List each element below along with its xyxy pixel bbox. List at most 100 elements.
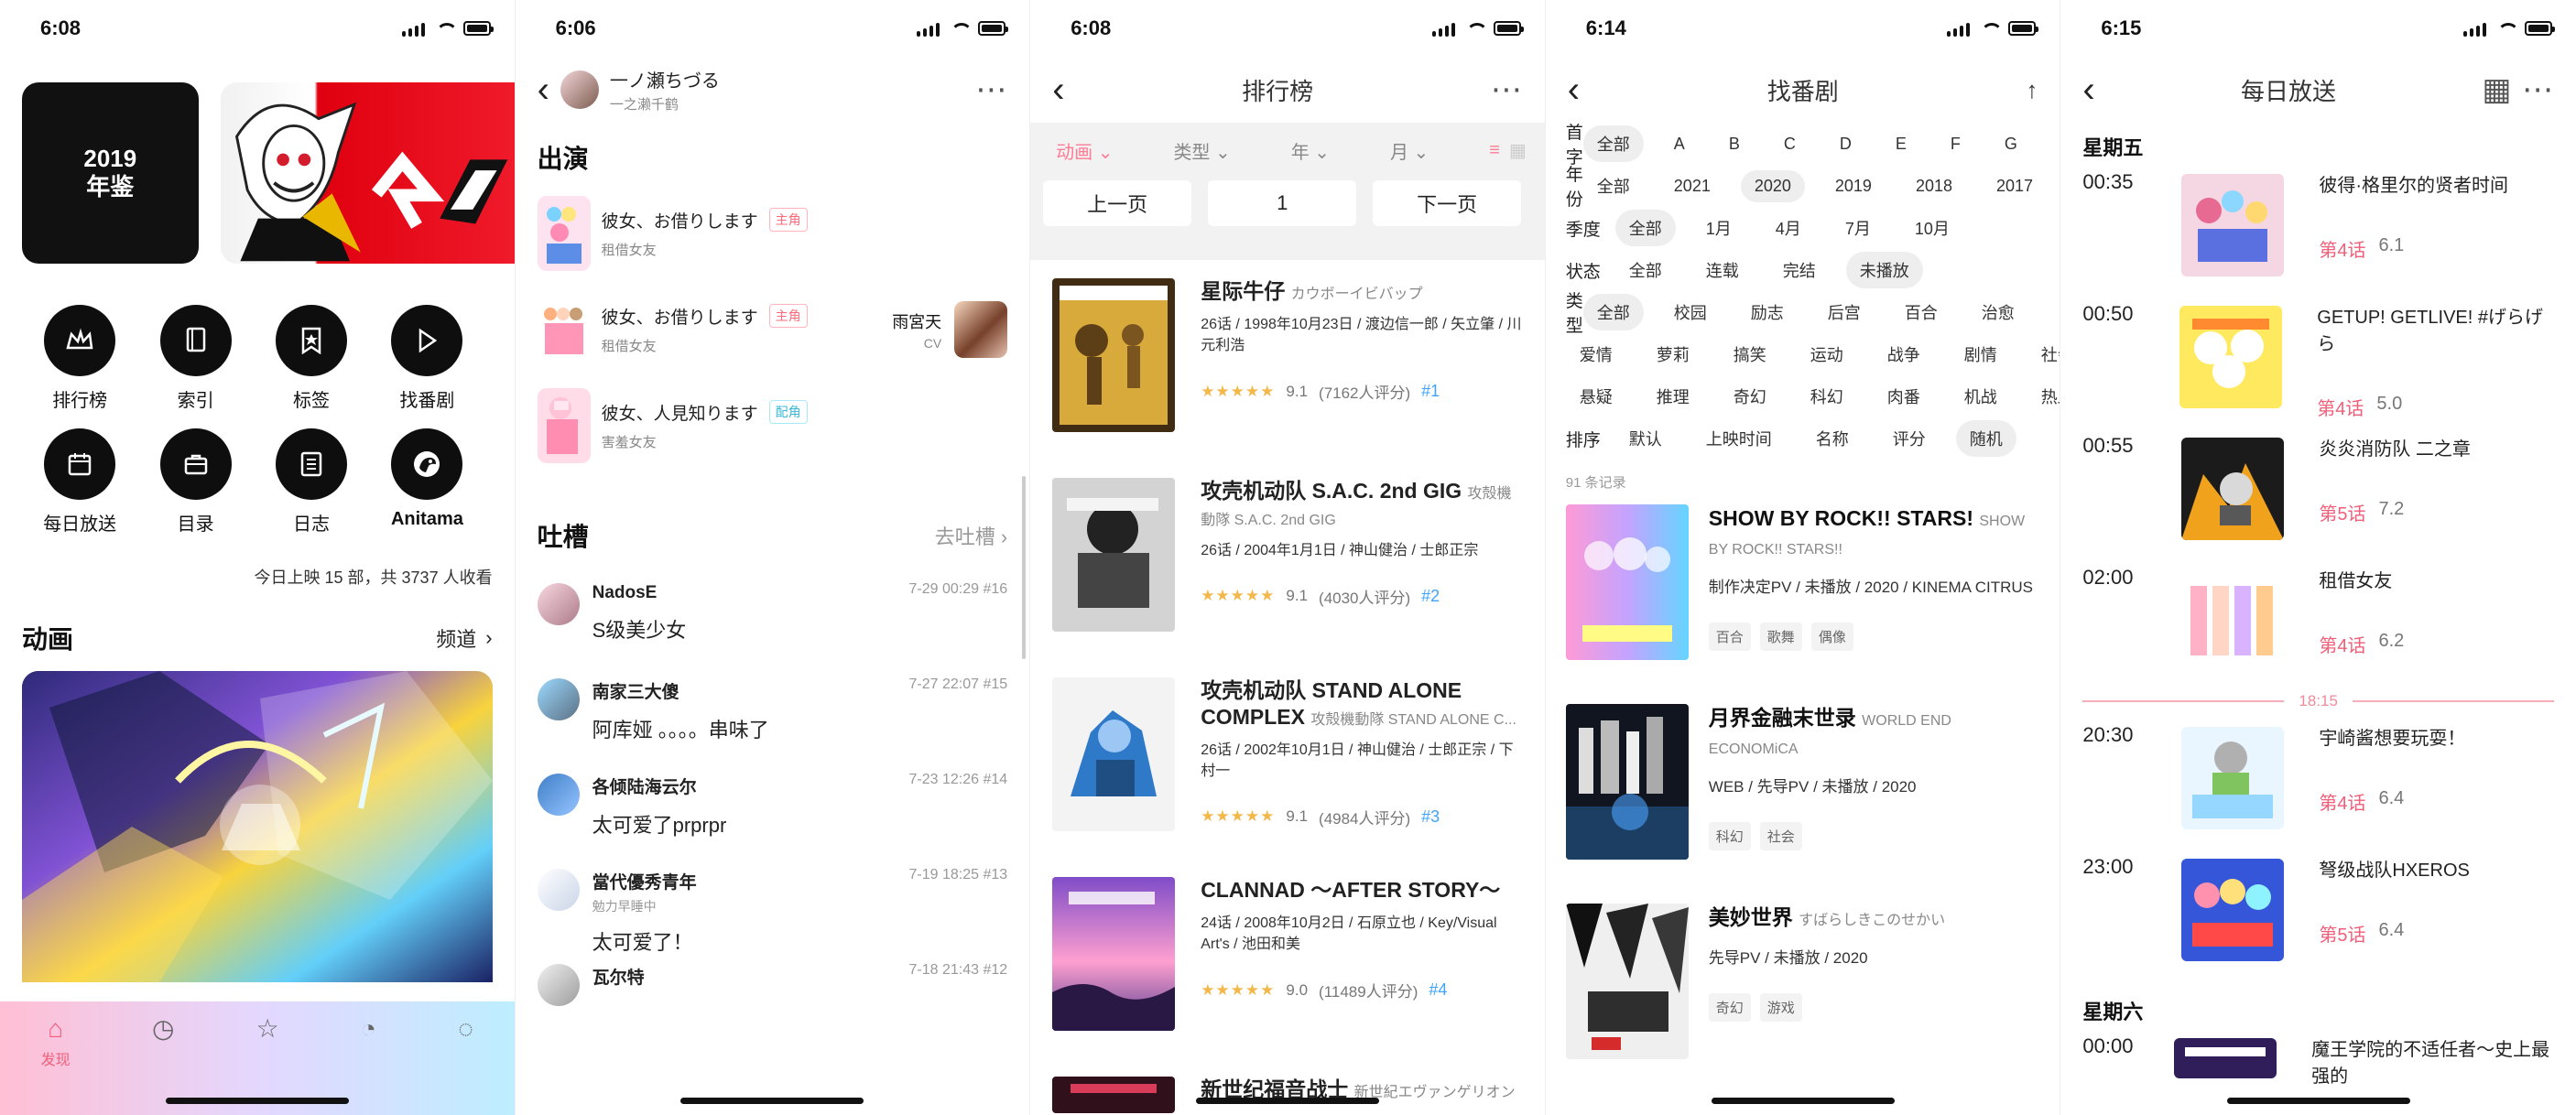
filter-chip[interactable]: 战争	[1874, 336, 1934, 373]
quick-link-anitama[interactable]: Anitama	[369, 428, 484, 536]
filter-chip[interactable]: 搞笑	[1720, 336, 1780, 373]
yearbook-card[interactable]: 2019 年鉴	[22, 82, 199, 264]
channel-link[interactable]: 频道 ›	[436, 623, 492, 653]
comments-link[interactable]: 去吐槽 ›	[935, 521, 1007, 550]
more-icon[interactable]: ⋯	[1491, 71, 1523, 108]
filter-anime[interactable]: 动画 ⌄	[1056, 137, 1113, 164]
back-icon[interactable]: ‹	[1052, 71, 1064, 108]
search-result-item[interactable]: 月界金融末世录 WORLD END ECONOMiCA WEB / 先导PV /…	[1565, 704, 2040, 904]
role-item[interactable]: 彼女、お借りします 主角 租借女友	[537, 185, 1030, 281]
filter-chip[interactable]: 冒险	[2045, 294, 2060, 330]
quick-link-logs[interactable]: 日志	[254, 428, 369, 536]
filter-chip[interactable]: 百合	[1891, 294, 1951, 330]
filter-chip[interactable]: 萝莉	[1643, 336, 1703, 373]
filter-year[interactable]: 年 ⌄	[1291, 137, 1330, 164]
quick-link-daily-schedule[interactable]: 每日放送	[22, 428, 137, 536]
page-number[interactable]: 1	[1208, 180, 1357, 226]
tab-messages[interactable]: ◔	[361, 1016, 376, 1042]
filter-chip[interactable]: A	[1660, 128, 1699, 160]
schedule-item[interactable]: 00:55 炎炎消防队 二之章 第5话 7.2	[2060, 425, 2576, 557]
previous-page-button[interactable]: 上一页	[1043, 180, 1192, 226]
comment-item[interactable]: 瓦尔特 7-18 21:43 #12	[516, 951, 1030, 1046]
filter-chip[interactable]: 运动	[1797, 336, 1857, 373]
tab-history[interactable]: ◷	[152, 1016, 174, 1042]
filter-chip[interactable]: H	[2048, 128, 2060, 160]
quick-link-catalog[interactable]: 目录	[137, 428, 253, 536]
schedule-item[interactable]: 23:00 弩级战队HXEROS 第5话 6.4	[2060, 846, 2576, 978]
scrollbar[interactable]	[1022, 476, 1027, 659]
filter-chip[interactable]: 肉番	[1874, 378, 1934, 415]
filter-chip[interactable]: 7月	[1831, 210, 1885, 246]
filter-chip[interactable]: 奇幻	[1720, 378, 1780, 415]
filter-chip[interactable]: 4月	[1762, 210, 1815, 246]
comment-item[interactable]: NadosE S级美少女 7-29 00:29 #16	[516, 570, 1030, 666]
filter-chip[interactable]: 连载	[1692, 252, 1753, 288]
featured-banner[interactable]	[220, 82, 515, 264]
filter-chip[interactable]: 10月	[1901, 210, 1963, 246]
filter-chip[interactable]: 2020	[1740, 169, 1805, 202]
filter-type[interactable]: 类型 ⌄	[1173, 137, 1230, 164]
filter-chip[interactable]: 推理	[1643, 378, 1703, 415]
genre-tag[interactable]: 歌舞	[1759, 622, 1802, 652]
filter-chip[interactable]: 随机	[1955, 420, 2016, 457]
ranking-item[interactable]: 新世纪福音战士 新世紀エヴァンゲリオン	[1052, 1077, 1523, 1115]
quick-link-ranking[interactable]: 排行榜	[22, 305, 137, 412]
filter-chip[interactable]: 全部	[1583, 168, 1644, 204]
quick-link-tags[interactable]: 标签	[254, 305, 369, 412]
ranking-item[interactable]: 攻壳机动队 S.A.C. 2nd GIG 攻殻機動隊 S.A.C. 2nd GI…	[1052, 478, 1523, 677]
ranking-item[interactable]: CLANNAD ～AFTER STORY～ 24话 / 2008年10月2日 /…	[1052, 877, 1523, 1077]
grid-view-icon[interactable]: ▦	[2482, 72, 2512, 107]
filter-chip[interactable]: 机战	[1951, 378, 2011, 415]
genre-tag[interactable]: 百合	[1708, 622, 1751, 652]
back-icon[interactable]: ‹	[538, 71, 549, 108]
ranking-item[interactable]: 星际牛仔 カウボーイビバップ 26话 / 1998年10月23日 / 渡边信一郎…	[1052, 278, 1523, 478]
filter-chip[interactable]: 悬疑	[1566, 378, 1626, 415]
schedule-item[interactable]: 02:00 租借女友 第4话 6.2	[2060, 557, 2576, 688]
filter-chip[interactable]: 校园	[1660, 294, 1721, 330]
genre-tag[interactable]: 社会	[1759, 822, 1802, 851]
filter-chip[interactable]: 社会	[2027, 336, 2060, 373]
filter-chip[interactable]: 名称	[1802, 420, 1863, 457]
filter-chip[interactable]: 完结	[1769, 252, 1830, 288]
filter-chip[interactable]: 全部	[1582, 125, 1644, 162]
comment-item[interactable]: 南家三大傻 阿库娅 。。。。串味了 7-27 22:07 #15	[516, 666, 1030, 761]
tab-favorites[interactable]: ☆	[256, 1016, 279, 1042]
filter-chip[interactable]: 默认	[1615, 420, 1676, 457]
filter-chip[interactable]: E	[1882, 128, 1920, 160]
schedule-item[interactable]: 20:30 宇崎酱想要玩耍！ 第4话 6.4	[2060, 714, 2576, 846]
tab-profile[interactable]: ◌	[458, 1016, 473, 1042]
quick-link-index[interactable]: 索引	[137, 305, 253, 412]
comment-item[interactable]: 各倾陆海云尔 太可爱了prprpr 7-23 12:26 #14	[516, 761, 1030, 856]
comment-item[interactable]: 當代優秀青年 勉力早睡中 太可爱了！ 7-19 18:25 #13	[516, 856, 1030, 954]
genre-tag[interactable]: 游戏	[1759, 993, 1802, 1023]
ranking-item[interactable]: 攻壳机动队 STAND ALONE COMPLEX 攻殻機動隊 STAND AL…	[1052, 677, 1523, 877]
filter-chip[interactable]: G	[1991, 128, 2031, 160]
tab-discover[interactable]: ⌂ 发现	[41, 1016, 71, 1069]
schedule-item[interactable]: 00:35 彼得·格里尔的贤者时间 第4话 6.1	[2060, 161, 2576, 293]
more-icon[interactable]: ⋯	[2522, 72, 2554, 107]
anime-feature-poster[interactable]	[22, 671, 493, 982]
genre-tag[interactable]: 奇幻	[1708, 993, 1751, 1023]
back-icon[interactable]: ‹	[1568, 71, 1580, 108]
filter-chip[interactable]: 评分	[1879, 420, 1940, 457]
schedule-item[interactable]: 00:00 魔王学院的不适任者～史上最强的	[2060, 1025, 2576, 1087]
filter-chip[interactable]: 热血	[2027, 378, 2060, 415]
filter-chip[interactable]: 上映时间	[1692, 420, 1786, 457]
filter-month[interactable]: 月 ⌄	[1390, 137, 1429, 164]
arrow-up-icon[interactable]: ↑	[2026, 76, 2038, 104]
genre-tag[interactable]: 科幻	[1708, 822, 1751, 851]
filter-chip[interactable]: 科幻	[1797, 378, 1857, 415]
filter-chip[interactable]: 爱情	[1566, 336, 1626, 373]
filter-chip[interactable]: 剧情	[1951, 336, 2011, 373]
filter-chip[interactable]: 全部	[1582, 294, 1644, 330]
search-result-item[interactable]: SHOW BY ROCK!! STARS! SHOW BY ROCK!! STA…	[1565, 504, 2040, 704]
back-icon[interactable]: ‹	[2082, 71, 2094, 108]
filter-chip[interactable]: 2018	[1902, 170, 1966, 202]
filter-chip[interactable]: 励志	[1737, 294, 1798, 330]
filter-chip[interactable]: 全部	[1614, 210, 1676, 246]
filter-chip[interactable]: 1月	[1692, 210, 1745, 246]
role-item[interactable]: 彼女、人見知ります 配角 害羞女友	[537, 377, 1030, 473]
filter-chip[interactable]: B	[1715, 128, 1754, 160]
filter-chip[interactable]: D	[1826, 128, 1865, 160]
filter-chip[interactable]: 2021	[1660, 170, 1724, 202]
